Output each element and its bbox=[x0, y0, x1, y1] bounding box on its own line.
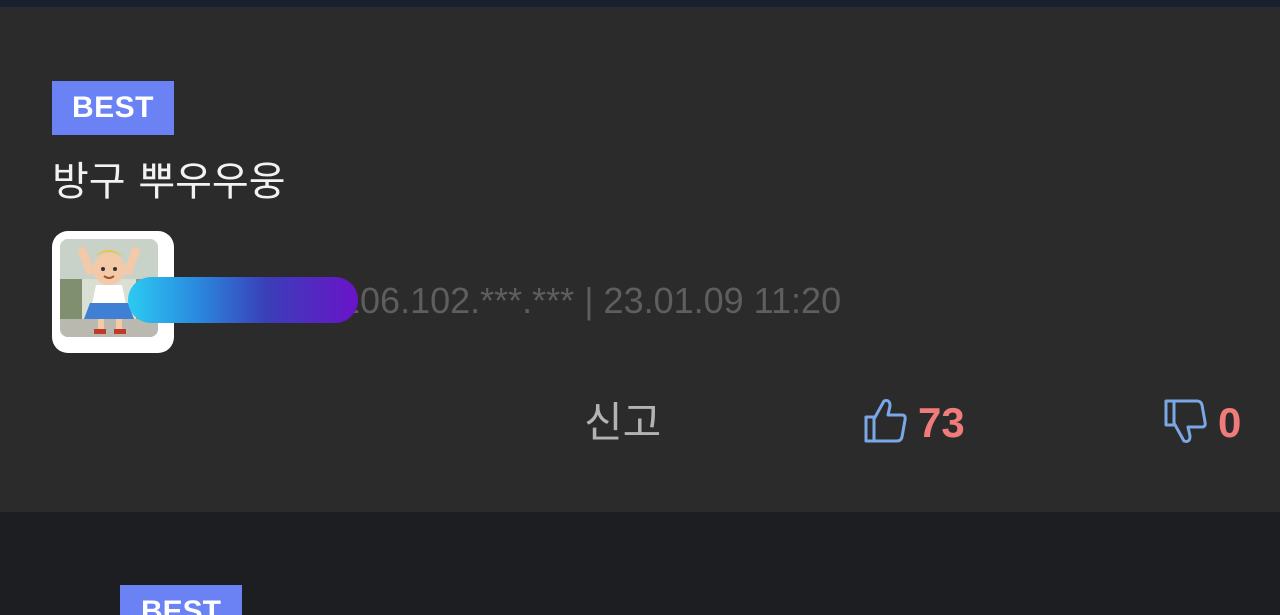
like-count: 73 bbox=[918, 399, 965, 446]
thumbs-up-icon bbox=[862, 397, 908, 449]
post-title: 방구 뿌우우웅 bbox=[52, 159, 286, 205]
like-button[interactable]: 73 bbox=[862, 393, 965, 453]
post-card: BEST 방구 뿌우우웅 106.102.***.*** | 23.01.09 … bbox=[0, 7, 1280, 512]
report-button[interactable]: 신고 bbox=[584, 395, 661, 451]
dislike-count: 0 bbox=[1218, 399, 1242, 446]
best-badge: BEST bbox=[52, 81, 174, 135]
dislike-button[interactable]: 0 bbox=[1162, 393, 1241, 453]
redacted-author-name bbox=[128, 277, 358, 323]
post-meta: 106.102.***.*** | 23.01.09 11:20 bbox=[340, 280, 842, 321]
next-post-best-badge: BEST bbox=[120, 585, 242, 615]
top-border bbox=[0, 0, 1280, 7]
thumbs-down-icon bbox=[1162, 397, 1208, 449]
